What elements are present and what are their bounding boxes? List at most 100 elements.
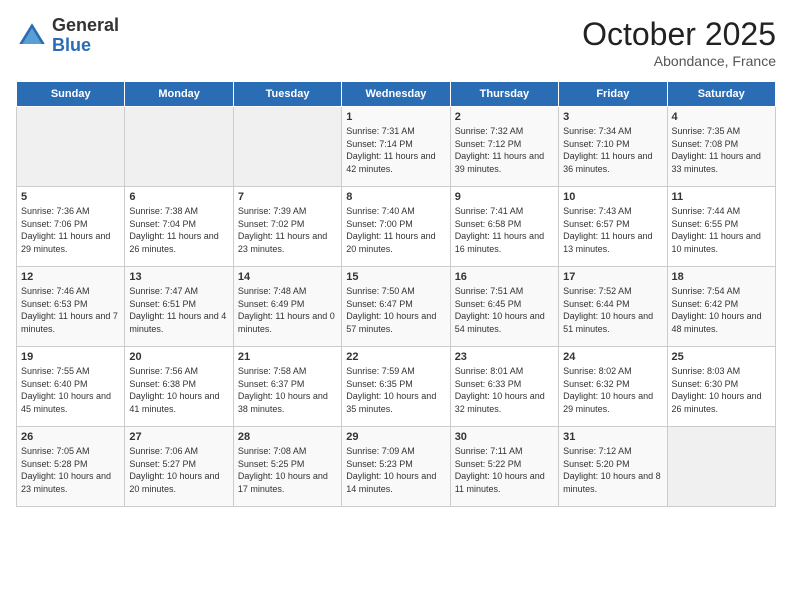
cell-info: Sunrise: 7:51 AMSunset: 6:45 PMDaylight:…: [455, 285, 554, 335]
logo: General Blue: [16, 16, 119, 56]
calendar-cell: 26 Sunrise: 7:05 AMSunset: 5:28 PMDayligh…: [17, 427, 125, 507]
calendar-cell: 19 Sunrise: 7:55 AMSunset: 6:40 PMDayligh…: [17, 347, 125, 427]
calendar-cell: 7 Sunrise: 7:39 AMSunset: 7:02 PMDaylight…: [233, 187, 341, 267]
logo-blue-text: Blue: [52, 36, 119, 56]
calendar-cell: 28Sunrise: 7:08 AMSunset: 5:25 PMDayligh…: [233, 427, 341, 507]
cell-info: Sunrise: 7:46 AMSunset: 6:53 PMDaylight:…: [21, 285, 120, 335]
calendar-cell: 30Sunrise: 7:11 AMSunset: 5:22 PMDayligh…: [450, 427, 558, 507]
cell-info: Sunrise: 7:52 AMSunset: 6:44 PMDaylight:…: [563, 285, 662, 335]
calendar-cell: 23Sunrise: 8:01 AMSunset: 6:33 PMDayligh…: [450, 347, 558, 427]
calendar-cell: 6 Sunrise: 7:38 AMSunset: 7:04 PMDaylight…: [125, 187, 233, 267]
cell-info: Sunrise: 7:40 AMSunset: 7:00 PMDaylight:…: [346, 205, 445, 255]
day-header-thursday: Thursday: [450, 82, 558, 107]
calendar-cell: [667, 427, 775, 507]
day-number: 21: [238, 351, 337, 363]
calendar-cell: 1 Sunrise: 7:31 AMSunset: 7:14 PMDaylight…: [342, 107, 450, 187]
calendar-body: 1 Sunrise: 7:31 AMSunset: 7:14 PMDaylight…: [17, 107, 776, 507]
calendar-cell: 4 Sunrise: 7:35 AMSunset: 7:08 PMDaylight…: [667, 107, 775, 187]
calendar-cell: 22Sunrise: 7:59 AMSunset: 6:35 PMDayligh…: [342, 347, 450, 427]
day-number: 19: [21, 351, 120, 363]
day-number: 30: [455, 431, 554, 443]
cell-info: Sunrise: 7:54 AMSunset: 6:42 PMDaylight:…: [672, 285, 771, 335]
day-header-sunday: Sunday: [17, 82, 125, 107]
calendar-cell: 14 Sunrise: 7:48 AMSunset: 6:49 PMDayligh…: [233, 267, 341, 347]
day-number: 28: [238, 431, 337, 443]
day-number: 9: [455, 191, 554, 203]
day-header-friday: Friday: [559, 82, 667, 107]
cell-info: Sunrise: 7:58 AMSunset: 6:37 PMDaylight:…: [238, 365, 337, 415]
calendar-cell: 27 Sunrise: 7:06 AMSunset: 5:27 PMDayligh…: [125, 427, 233, 507]
page-header: General Blue October 2025 Abondance, Fra…: [16, 16, 776, 69]
day-number: 17: [563, 271, 662, 283]
calendar-cell: [17, 107, 125, 187]
cell-info: Sunrise: 7:50 AMSunset: 6:47 PMDaylight:…: [346, 285, 445, 335]
calendar-cell: 29Sunrise: 7:09 AMSunset: 5:23 PMDayligh…: [342, 427, 450, 507]
month-title: October 2025: [582, 16, 776, 53]
calendar-cell: 9 Sunrise: 7:41 AMSunset: 6:58 PMDaylight…: [450, 187, 558, 267]
day-number: 22: [346, 351, 445, 363]
cell-info: Sunrise: 7:44 AMSunset: 6:55 PMDaylight:…: [672, 205, 771, 255]
day-number: 23: [455, 351, 554, 363]
calendar-cell: [125, 107, 233, 187]
calendar-cell: [233, 107, 341, 187]
day-number: 3: [563, 111, 662, 123]
day-number: 1: [346, 111, 445, 123]
cell-info: Sunrise: 7:34 AMSunset: 7:10 PMDaylight:…: [563, 125, 662, 175]
calendar-cell: 8 Sunrise: 7:40 AMSunset: 7:00 PMDaylight…: [342, 187, 450, 267]
day-number: 4: [672, 111, 771, 123]
calendar-cell: 18Sunrise: 7:54 AMSunset: 6:42 PMDayligh…: [667, 267, 775, 347]
cell-info: Sunrise: 7:55 AMSunset: 6:40 PMDaylight:…: [21, 365, 120, 415]
cell-info: Sunrise: 7:47 AMSunset: 6:51 PMDaylight:…: [129, 285, 228, 335]
day-number: 6: [129, 191, 228, 203]
calendar-cell: 13Sunrise: 7:47 AMSunset: 6:51 PMDayligh…: [125, 267, 233, 347]
cell-info: Sunrise: 7:09 AMSunset: 5:23 PMDaylight:…: [346, 445, 445, 495]
day-number: 27: [129, 431, 228, 443]
calendar-cell: 16 Sunrise: 7:51 AMSunset: 6:45 PMDayligh…: [450, 267, 558, 347]
cell-info: Sunrise: 8:03 AMSunset: 6:30 PMDaylight:…: [672, 365, 771, 415]
day-number: 7: [238, 191, 337, 203]
day-number: 26: [21, 431, 120, 443]
day-number: 2: [455, 111, 554, 123]
cell-info: Sunrise: 7:12 AMSunset: 5:20 PMDaylight:…: [563, 445, 662, 495]
day-number: 24: [563, 351, 662, 363]
cell-info: Sunrise: 7:48 AMSunset: 6:49 PMDaylight:…: [238, 285, 337, 335]
calendar-cell: 10Sunrise: 7:43 AMSunset: 6:57 PMDayligh…: [559, 187, 667, 267]
header-row: SundayMondayTuesdayWednesdayThursdayFrid…: [17, 82, 776, 107]
day-number: 31: [563, 431, 662, 443]
calendar-cell: 2Sunrise: 7:32 AMSunset: 7:12 PMDaylight…: [450, 107, 558, 187]
calendar-cell: 21 Sunrise: 7:58 AMSunset: 6:37 PMDayligh…: [233, 347, 341, 427]
cell-info: Sunrise: 7:35 AMSunset: 7:08 PMDaylight:…: [672, 125, 771, 175]
day-number: 10: [563, 191, 662, 203]
cell-info: Sunrise: 7:39 AMSunset: 7:02 PMDaylight:…: [238, 205, 337, 255]
logo-icon: [16, 20, 48, 52]
logo-general-text: General: [52, 16, 119, 36]
calendar-cell: 20Sunrise: 7:56 AMSunset: 6:38 PMDayligh…: [125, 347, 233, 427]
day-header-wednesday: Wednesday: [342, 82, 450, 107]
calendar-week-4: 19 Sunrise: 7:55 AMSunset: 6:40 PMDayligh…: [17, 347, 776, 427]
cell-info: Sunrise: 7:05 AMSunset: 5:28 PMDaylight:…: [21, 445, 120, 495]
cell-info: Sunrise: 7:06 AMSunset: 5:27 PMDaylight:…: [129, 445, 228, 495]
day-number: 15: [346, 271, 445, 283]
day-number: 12: [21, 271, 120, 283]
cell-info: Sunrise: 7:31 AMSunset: 7:14 PMDaylight:…: [346, 125, 445, 175]
day-number: 8: [346, 191, 445, 203]
calendar-table: SundayMondayTuesdayWednesdayThursdayFrid…: [16, 81, 776, 507]
cell-info: Sunrise: 7:38 AMSunset: 7:04 PMDaylight:…: [129, 205, 228, 255]
day-number: 5: [21, 191, 120, 203]
calendar-cell: 5Sunrise: 7:36 AMSunset: 7:06 PMDaylight…: [17, 187, 125, 267]
calendar-cell: 15 Sunrise: 7:50 AMSunset: 6:47 PMDayligh…: [342, 267, 450, 347]
calendar-week-5: 26 Sunrise: 7:05 AMSunset: 5:28 PMDayligh…: [17, 427, 776, 507]
calendar-week-1: 1 Sunrise: 7:31 AMSunset: 7:14 PMDaylight…: [17, 107, 776, 187]
day-number: 25: [672, 351, 771, 363]
cell-info: Sunrise: 7:41 AMSunset: 6:58 PMDaylight:…: [455, 205, 554, 255]
calendar-cell: 31 Sunrise: 7:12 AMSunset: 5:20 PMDayligh…: [559, 427, 667, 507]
location-text: Abondance, France: [582, 53, 776, 69]
title-block: October 2025 Abondance, France: [582, 16, 776, 69]
day-header-tuesday: Tuesday: [233, 82, 341, 107]
day-header-monday: Monday: [125, 82, 233, 107]
calendar-cell: 12 Sunrise: 7:46 AMSunset: 6:53 PMDayligh…: [17, 267, 125, 347]
day-number: 14: [238, 271, 337, 283]
day-number: 16: [455, 271, 554, 283]
day-number: 11: [672, 191, 771, 203]
cell-info: Sunrise: 7:56 AMSunset: 6:38 PMDaylight:…: [129, 365, 228, 415]
